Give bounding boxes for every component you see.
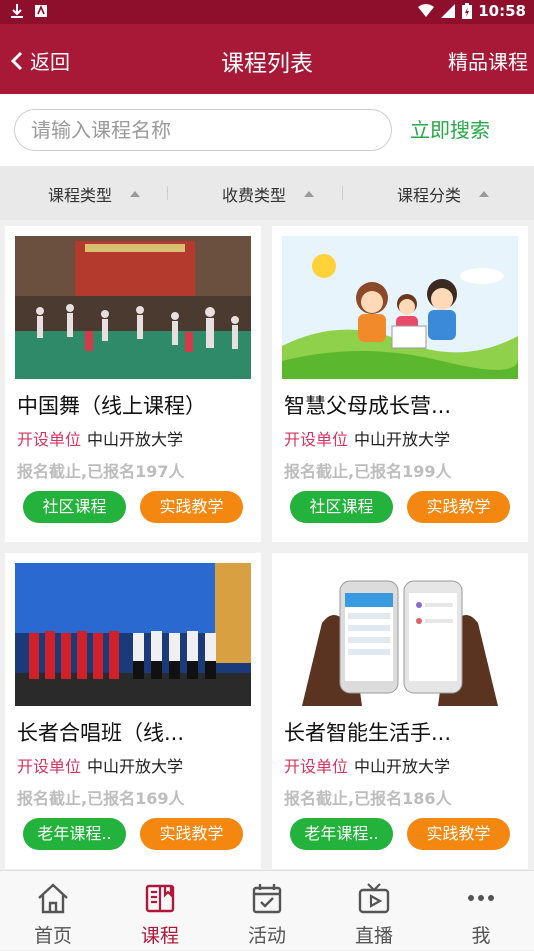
tab-home[interactable]: 首页 bbox=[0, 871, 106, 951]
unit-value: 中山开放大学 bbox=[354, 430, 451, 449]
tab-me[interactable]: 我 bbox=[428, 871, 534, 951]
tab-label: 直播 bbox=[354, 925, 393, 947]
tab-live[interactable]: 直播 bbox=[321, 871, 427, 951]
chevron-left-icon bbox=[10, 51, 23, 70]
course-unit: 开设单位 中山开放大学 bbox=[17, 753, 183, 777]
tab-label: 课程 bbox=[140, 925, 179, 947]
course-unit: 开设单位 中山开放大学 bbox=[284, 426, 450, 450]
unit-label: 开设单位 bbox=[17, 430, 82, 449]
course-card[interactable]: 智慧父母成长营... 开设单位 中山开放大学 报名截止,已报名199人 社区课程 … bbox=[272, 226, 528, 542]
teaching-type-tag[interactable]: 实践教学 bbox=[407, 818, 510, 850]
unit-label: 开设单位 bbox=[284, 757, 349, 776]
unit-value: 中山开放大学 bbox=[87, 757, 184, 776]
premium-courses-link[interactable]: 精品课程 bbox=[448, 46, 528, 75]
course-title: 中国舞（线上课程） bbox=[17, 394, 206, 418]
course-thumbnail bbox=[282, 563, 518, 706]
enrollment-status: 报名截止,已报名169人 bbox=[17, 789, 185, 808]
home-icon bbox=[38, 883, 68, 914]
search-bar: 立即搜索 bbox=[0, 94, 534, 166]
caret-up-icon bbox=[304, 191, 315, 197]
status-bar: 10:58 bbox=[0, 0, 534, 24]
dance-class-photo bbox=[15, 236, 251, 379]
course-title: 长者智能生活手... bbox=[284, 721, 452, 745]
enrollment-status: 报名截止,已报名186人 bbox=[284, 789, 452, 808]
book-icon bbox=[145, 884, 175, 913]
bottom-tab-bar: 首页 课程 活动 直播 我 bbox=[0, 870, 534, 950]
course-card[interactable]: 长者智能生活手... 开设单位 中山开放大学 报名截止,已报名186人 老年课程.… bbox=[272, 553, 528, 869]
app-header: 返回 课程列表 精品课程 bbox=[0, 24, 534, 94]
search-input[interactable] bbox=[14, 109, 392, 151]
divider bbox=[167, 186, 168, 200]
hands-holding-phones-photo bbox=[282, 563, 518, 706]
back-button[interactable]: 返回 bbox=[10, 46, 70, 75]
tab-activities[interactable]: 活动 bbox=[214, 871, 320, 951]
course-thumbnail bbox=[15, 236, 251, 379]
family-cartoon-illustration bbox=[282, 236, 518, 379]
course-card[interactable]: 中国舞（线上课程） 开设单位 中山开放大学 报名截止,已报名197人 社区课程 实… bbox=[5, 226, 261, 542]
choir-stage-photo bbox=[15, 563, 251, 706]
unit-value: 中山开放大学 bbox=[354, 757, 451, 776]
filter-fee-type[interactable]: 收费类型 bbox=[222, 182, 315, 206]
download-icon bbox=[11, 4, 23, 18]
tab-label: 首页 bbox=[33, 925, 72, 947]
calendar-check-icon bbox=[252, 884, 282, 914]
course-thumbnail bbox=[15, 563, 251, 706]
teaching-type-tag[interactable]: 实践教学 bbox=[140, 818, 243, 850]
tab-courses[interactable]: 课程 bbox=[107, 871, 213, 951]
teaching-type-tag[interactable]: 实践教学 bbox=[140, 491, 243, 523]
notification-icon bbox=[35, 4, 47, 17]
teaching-type-tag[interactable]: 实践教学 bbox=[407, 491, 510, 523]
filter-label: 课程分类 bbox=[397, 186, 462, 205]
clock: 10:58 bbox=[478, 2, 526, 20]
tab-label: 我 bbox=[471, 925, 491, 947]
caret-up-icon bbox=[479, 191, 490, 197]
battery-icon bbox=[462, 3, 473, 19]
filter-label: 收费类型 bbox=[222, 186, 287, 205]
category-tag[interactable]: 社区课程 bbox=[290, 491, 393, 523]
course-unit: 开设单位 中山开放大学 bbox=[284, 753, 450, 777]
course-thumbnail bbox=[282, 236, 518, 379]
category-tag[interactable]: 社区课程 bbox=[23, 491, 126, 523]
more-dots-icon bbox=[468, 895, 494, 901]
filter-course-type[interactable]: 课程类型 bbox=[48, 182, 141, 206]
course-card[interactable]: 长者合唱班（线... 开设单位 中山开放大学 报名截止,已报名169人 老年课程.… bbox=[5, 553, 261, 869]
caret-up-icon bbox=[130, 191, 141, 197]
course-title: 长者合唱班（线... bbox=[17, 721, 185, 745]
wifi-icon bbox=[418, 4, 435, 17]
unit-label: 开设单位 bbox=[17, 757, 82, 776]
back-label: 返回 bbox=[30, 50, 70, 74]
search-button[interactable]: 立即搜索 bbox=[410, 114, 490, 143]
filter-bar: 课程类型 收费类型 课程分类 bbox=[0, 166, 534, 220]
divider bbox=[342, 186, 343, 200]
enrollment-status: 报名截止,已报名199人 bbox=[284, 462, 452, 481]
course-unit: 开设单位 中山开放大学 bbox=[17, 426, 183, 450]
tab-label: 活动 bbox=[247, 925, 286, 947]
category-tag[interactable]: 老年课程.. bbox=[23, 818, 126, 850]
filter-course-category[interactable]: 课程分类 bbox=[397, 182, 490, 206]
enrollment-status: 报名截止,已报名197人 bbox=[17, 462, 185, 481]
unit-label: 开设单位 bbox=[284, 430, 349, 449]
tv-play-icon bbox=[358, 883, 390, 914]
unit-value: 中山开放大学 bbox=[87, 430, 184, 449]
signal-icon bbox=[441, 4, 456, 18]
filter-label: 课程类型 bbox=[48, 186, 113, 205]
course-title: 智慧父母成长营... bbox=[284, 394, 452, 418]
category-tag[interactable]: 老年课程.. bbox=[290, 818, 393, 850]
